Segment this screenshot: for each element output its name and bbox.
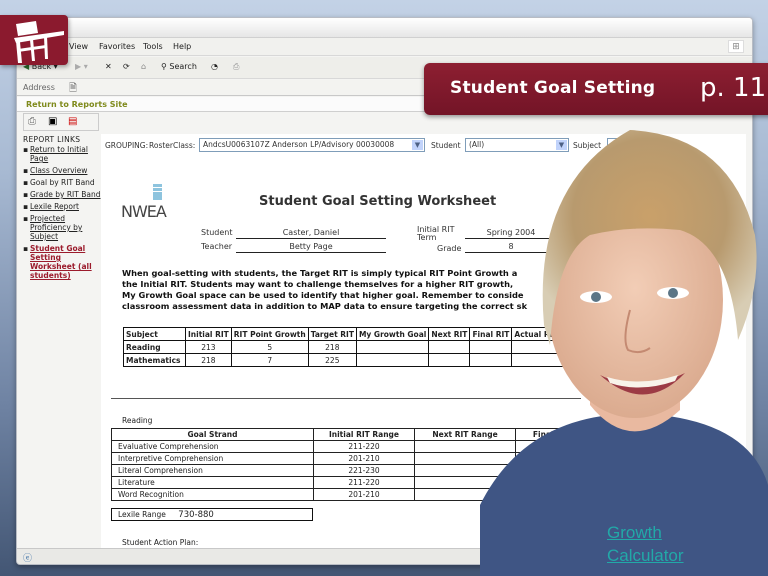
teacher-label: Teacher [201, 242, 233, 251]
student-label: Student [431, 141, 461, 150]
page-icon: 🗎 [69, 83, 78, 94]
lexile-value: 730-880 [178, 510, 214, 520]
roster-label: RosterClass: [149, 141, 196, 150]
student-label: Student [201, 228, 233, 237]
address-label: Address [23, 83, 55, 92]
page-reference: p. 11 [700, 73, 767, 103]
sidebar-item-grade-by-rit-band[interactable]: ▪ Grade by RIT Band [23, 190, 101, 199]
student-name: Caster, Daniel [236, 228, 386, 239]
school-desk-logo [0, 15, 68, 65]
my-growth-goal-cell[interactable] [355, 340, 430, 354]
teacher-name: Betty Page [236, 242, 386, 253]
windows-logo-icon: ⊞ [728, 40, 744, 53]
ie-logo-icon: ⓔ [23, 554, 33, 564]
my-growth-goal-cell[interactable] [355, 353, 430, 367]
forward-button[interactable]: ▶ ▾ [75, 62, 88, 71]
sidebar-item-return[interactable]: ▪ Return to Initial Page [23, 145, 101, 163]
growth-calculator-link[interactable]: Growth Calculator [607, 521, 684, 567]
report-icon-bar: ⎙ ▣ ▤ [23, 113, 99, 131]
sidebar-heading: REPORT LINKS [23, 135, 81, 144]
menu-help[interactable]: Help [173, 42, 191, 51]
student-photo [480, 125, 768, 576]
refresh-icon[interactable]: ⟳ [123, 62, 130, 71]
sidebar-item-goal-setting-worksheet[interactable]: ▪ Student Goal Setting Worksheet (all stu… [23, 244, 101, 280]
chevron-down-icon: ▼ [412, 140, 423, 150]
school-desk-icon [14, 21, 64, 63]
report-links-sidebar: REPORT LINKS ▪ Return to Initial Page ▪ Cl… [23, 135, 101, 535]
worksheet-title: Student Goal Setting Worksheet [259, 194, 497, 209]
sidebar-item-class-overview[interactable]: ▪ Class Overview [23, 166, 101, 175]
roster-class-select[interactable]: AndcsU0063107Z Anderson LP/Advisory 0003… [199, 138, 425, 152]
lexile-range: Lexile Range 730-880 [111, 508, 313, 521]
print-report-icon[interactable]: ⎙ [28, 116, 36, 127]
sidebar-item-goal-by-rit-band: ▪ Goal by RIT Band [23, 178, 95, 187]
sidebar-item-projected-proficiency[interactable]: ▪ Projected Proficiency by Subject [23, 214, 101, 241]
lexile-label: Lexile Range [118, 510, 166, 519]
history-icon[interactable]: ◔ [211, 62, 218, 71]
reading-section-label: Reading [122, 416, 153, 425]
menu-view[interactable]: View [69, 42, 88, 51]
search-button[interactable]: ⚲ Search [161, 62, 197, 71]
grade-label: Grade [437, 244, 462, 253]
slide-title-banner: Student Goal Setting p. 11 [424, 63, 768, 115]
title-bar [17, 18, 752, 38]
menu-bar: View Favorites Tools Help ⊞ [17, 38, 752, 56]
pdf-export-icon[interactable]: ▤ [68, 116, 77, 127]
sidebar-item-lexile-report[interactable]: ▪ Lexile Report [23, 202, 101, 211]
banner-title: Student Goal Setting [450, 78, 656, 98]
excel-export-icon[interactable]: ▣ [48, 116, 57, 127]
stop-icon[interactable]: ✕ [105, 62, 112, 71]
search-icon: ⚲ [161, 62, 167, 71]
print-icon[interactable]: ⎙ [233, 62, 239, 72]
student-info: Student Caster, Daniel [201, 228, 386, 239]
initial-rit-term-label: Initial RIT Term [417, 225, 455, 242]
home-icon[interactable]: ⌂ [141, 62, 146, 71]
menu-tools[interactable]: Tools [143, 42, 163, 51]
teacher-info: Teacher Betty Page [201, 242, 386, 253]
menu-favorites[interactable]: Favorites [99, 42, 135, 51]
grouping-label: GROUPING: [105, 141, 149, 150]
